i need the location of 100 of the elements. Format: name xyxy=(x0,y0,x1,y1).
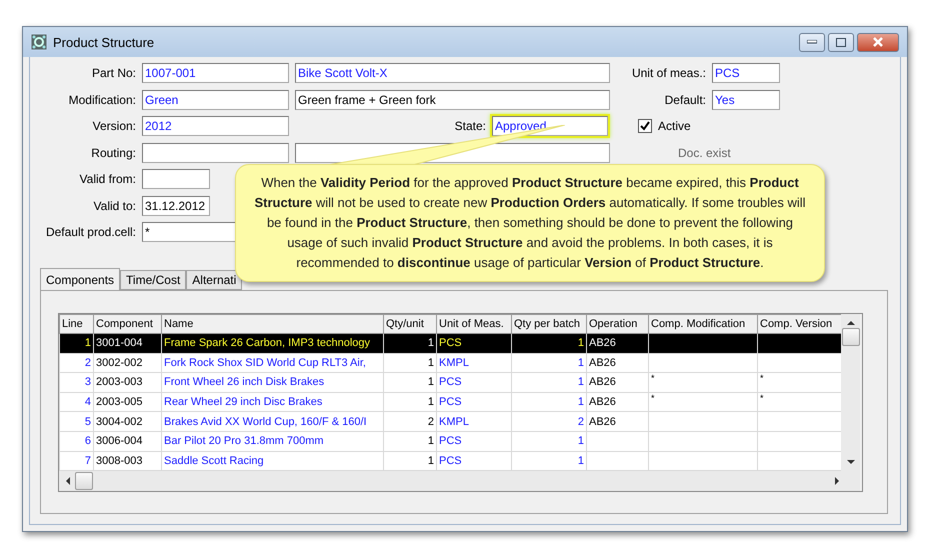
close-button[interactable] xyxy=(857,32,899,52)
table-cell: 1 xyxy=(512,334,586,354)
column-header[interactable]: Name xyxy=(162,314,384,334)
text-field[interactable]: 31.12.2012 xyxy=(142,196,210,216)
table-cell: 3008-003 xyxy=(94,451,162,471)
column-header[interactable]: Unit of Meas. xyxy=(436,314,512,334)
field-label: State: xyxy=(454,119,486,133)
table-cell: 1 xyxy=(512,353,586,373)
text-field[interactable] xyxy=(142,169,210,189)
table-cell: Front Wheel 26 inch Disk Brakes xyxy=(162,372,384,392)
table-cell: AB26 xyxy=(586,372,648,392)
text-field[interactable] xyxy=(142,142,289,162)
table-cell: 1 xyxy=(512,372,586,392)
column-header[interactable]: Component xyxy=(94,314,162,334)
table-cell: 1 xyxy=(384,372,436,392)
table-cell: 2003-005 xyxy=(94,392,162,412)
table-cell: 2 xyxy=(512,412,586,432)
table-cell: PCS xyxy=(436,334,512,354)
table-cell: PCS xyxy=(436,392,512,412)
left-arrow-icon xyxy=(65,477,71,486)
field-label: Default prod.cell: xyxy=(44,225,136,239)
app-icon xyxy=(31,34,47,50)
column-header[interactable]: Comp. Version xyxy=(758,314,842,334)
minimize-button[interactable] xyxy=(799,32,825,52)
table-cell: Bar Pilot 20 Pro 31.8mm 700mm xyxy=(162,431,384,452)
table-cell: * xyxy=(758,372,842,392)
table-cell: PCS xyxy=(436,451,512,471)
vertical-scrollbar[interactable] xyxy=(841,314,860,472)
table-cell: Saddle Scott Racing xyxy=(162,451,384,471)
text-field[interactable]: Green frame + Green fork xyxy=(295,90,610,110)
text-field[interactable]: Bike Scott Volt-X xyxy=(295,63,610,83)
table-cell: 1 xyxy=(512,431,586,452)
table-cell: 3002-002 xyxy=(94,353,162,373)
minimize-icon xyxy=(807,40,817,44)
table-cell: 3 xyxy=(60,372,94,392)
table-cell: PCS xyxy=(436,372,512,392)
table-cell: KMPL xyxy=(436,412,512,432)
column-header[interactable]: Comp. Modification xyxy=(648,314,758,334)
field-label: Valid from: xyxy=(78,172,136,186)
column-header[interactable]: Qty per batch xyxy=(512,314,586,334)
window-title: Product Structure xyxy=(53,34,156,50)
column-header[interactable]: Line xyxy=(60,314,94,334)
table-cell: PCS xyxy=(436,431,512,452)
table-cell: 1 xyxy=(384,334,436,354)
tab[interactable]: Time/Cost xyxy=(120,270,186,290)
table-cell: 4 xyxy=(60,392,94,412)
table-cell: * xyxy=(648,372,758,392)
field-label: Part No: xyxy=(90,66,136,80)
tab[interactable]: Alternati xyxy=(186,270,242,290)
column-header[interactable]: Operation xyxy=(586,314,648,334)
right-arrow-icon xyxy=(834,477,840,486)
table-cell: 1 xyxy=(60,334,94,354)
table-cell: 3006-004 xyxy=(94,431,162,452)
table-cell: 1 xyxy=(384,392,436,412)
maximize-button[interactable] xyxy=(828,32,854,52)
active-checkbox[interactable]: Active xyxy=(638,118,691,132)
table-cell: 3004-002 xyxy=(94,412,162,432)
horizontal-scrollbar[interactable] xyxy=(59,471,860,492)
table-cell: 3001-004 xyxy=(94,334,162,354)
scrollbar-thumb[interactable] xyxy=(75,472,93,490)
table-cell: Rear Wheel 29 inch Disc Brakes xyxy=(162,392,384,412)
table-cell: 6 xyxy=(60,431,94,452)
table-cell: Frame Spark 26 Carbon, IMP3 technology xyxy=(162,334,384,354)
field-label: Default: xyxy=(664,92,706,106)
field-label: Doc. exist xyxy=(678,146,731,160)
table-cell: 2 xyxy=(60,353,94,373)
scrollbar-thumb[interactable] xyxy=(842,328,860,346)
field-label: Modification: xyxy=(68,92,136,106)
table-cell: 1 xyxy=(384,431,436,452)
text-field[interactable]: Green xyxy=(142,90,289,110)
tab[interactable]: Components xyxy=(40,268,120,290)
table-cell: AB26 xyxy=(586,392,648,412)
field-label: Unit of meas.: xyxy=(630,66,706,80)
table-cell xyxy=(586,431,648,452)
table-cell: 2 xyxy=(384,412,436,432)
column-header[interactable]: Qty/unit xyxy=(384,314,436,334)
text-field[interactable]: 1007-001 xyxy=(142,63,289,83)
table-cell: KMPL xyxy=(436,353,512,373)
text-field[interactable]: 2012 xyxy=(142,116,289,136)
maximize-icon xyxy=(836,38,846,46)
close-icon xyxy=(873,37,883,47)
table-cell xyxy=(586,451,648,471)
table-cell: AB26 xyxy=(586,334,648,354)
table-cell: 1 xyxy=(512,392,586,412)
table-cell: AB26 xyxy=(586,353,648,373)
table-cell: 7 xyxy=(60,451,94,471)
table-cell: 1 xyxy=(384,451,436,471)
table-cell: Brakes Avid XX World Cup, 160/F & 160/I xyxy=(162,412,384,432)
table-cell: * xyxy=(758,392,842,412)
table-cell: 1 xyxy=(512,451,586,471)
table-cell: AB26 xyxy=(586,412,648,432)
table-cell: 5 xyxy=(60,412,94,432)
table-cell: 2003-003 xyxy=(94,372,162,392)
text-field[interactable]: PCS xyxy=(712,63,780,83)
up-arrow-icon xyxy=(846,320,854,326)
down-arrow-icon xyxy=(846,459,854,466)
text-field[interactable]: Yes xyxy=(712,90,780,110)
table-cell: 1 xyxy=(384,353,436,373)
field-label: Routing: xyxy=(90,146,136,160)
table-cell: * xyxy=(648,392,758,412)
